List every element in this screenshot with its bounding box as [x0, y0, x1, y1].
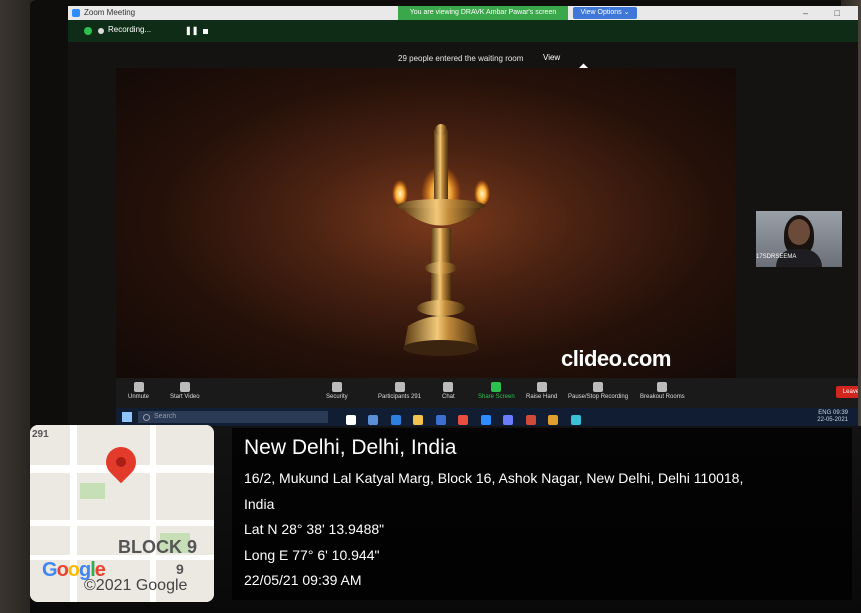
map-park [80, 483, 105, 499]
zoom-taskbar-icon[interactable] [480, 415, 491, 425]
tray-date: 22-05-2021 [817, 417, 848, 423]
system-tray[interactable]: ENG 09:39 22-05-2021 [817, 410, 848, 424]
map-corner-number: 291 [32, 429, 49, 440]
windows-start-icon[interactable] [122, 412, 132, 422]
start-video-label: Start Video [170, 394, 200, 400]
taskbar-search[interactable]: Search [138, 411, 328, 423]
waiting-room-message: 29 people entered the waiting room [398, 54, 524, 63]
share-screen-label: Share Screen [478, 394, 515, 400]
map-copyright: ©2021 Google [84, 577, 188, 594]
windows-taskbar: Search ENG 09:39 22-05-2021 [116, 408, 858, 426]
security-button[interactable]: Security [326, 382, 348, 400]
participants-label: Participants [378, 394, 410, 400]
breakout-rooms-button[interactable]: Breakout Rooms [640, 382, 685, 400]
participant-face [788, 219, 810, 245]
location-title: New Delhi, Delhi, India [244, 436, 457, 459]
capture-datetime: 22/05/21 09:39 AM [244, 572, 362, 588]
participant-name: 17SDRSEEMA [756, 254, 797, 260]
screen-share-banner: You are viewing DRAVK Ambar Pawar's scre… [398, 6, 568, 20]
participants-button[interactable]: Participants 291 [378, 382, 421, 400]
pause-recording-icon[interactable]: ❚❚ [185, 26, 198, 35]
recording-bar: Recording... ❚❚ [68, 20, 858, 42]
chrome-alt-icon[interactable] [548, 415, 559, 425]
security-label: Security [326, 394, 348, 400]
view-options-button[interactable]: View Options ⌄ [573, 7, 637, 19]
window-title: Zoom Meeting [84, 8, 136, 17]
unmute-label: Unmute [128, 394, 150, 400]
oil-lamp-illustration [392, 124, 490, 356]
video-watermark: clideo.com [561, 346, 671, 371]
map-road [30, 520, 214, 526]
zoom-titlebar: Zoom Meeting You are viewing DRAVK Ambar… [68, 6, 858, 20]
teams-icon[interactable] [503, 415, 514, 425]
start-video-button[interactable]: Start Video [170, 382, 200, 400]
window-controls[interactable]: – □ [803, 6, 852, 20]
video-off-icon [179, 382, 190, 392]
tray-language: ENG [818, 410, 832, 416]
task-view-icon[interactable] [368, 415, 379, 425]
security-shield-icon[interactable] [84, 27, 92, 35]
microphone-muted-icon [133, 382, 144, 392]
map-block-label: BLOCK 9 [118, 537, 198, 557]
participants-count: 291 [411, 394, 422, 400]
map-road [150, 425, 156, 602]
share-screen-icon [491, 382, 502, 392]
participants-icon [394, 382, 405, 392]
chrome-icon[interactable] [458, 415, 469, 425]
breakout-rooms-label: Breakout Rooms [640, 394, 685, 400]
pause-stop-icon [593, 382, 604, 392]
longitude: Long E 77° 6' 10.944" [244, 547, 380, 563]
tray-time: 09:39 [832, 410, 848, 416]
edge-icon[interactable] [390, 415, 401, 425]
raise-hand-label: Raise Hand [526, 394, 558, 400]
file-explorer-icon[interactable] [413, 415, 424, 425]
chat-label: Chat [442, 394, 455, 400]
latitude: Lat N 28° 38' 13.9488" [244, 521, 385, 537]
meeting-toolbar: Unmute Start Video Security Participants… [116, 378, 858, 408]
chat-icon [443, 382, 454, 392]
recording-label: Recording... [108, 25, 152, 34]
active-app-icon[interactable] [570, 415, 581, 425]
laptop-screen: Zoom Meeting You are viewing DRAVK Ambar… [68, 6, 858, 426]
leave-button[interactable]: Leave [836, 386, 858, 398]
cortana-icon[interactable] [346, 415, 356, 425]
pause-stop-recording-button[interactable]: Pause/Stop Recording [568, 382, 628, 400]
stop-recording-icon[interactable] [203, 29, 208, 34]
pause-stop-recording-label: Pause/Stop Recording [568, 394, 629, 400]
shield-icon [331, 382, 342, 392]
zoom-app-icon [72, 9, 80, 17]
store-icon[interactable] [435, 415, 446, 425]
shared-video: clideo.com [116, 68, 736, 384]
chat-button[interactable]: Chat [442, 382, 455, 400]
map-block-number: 9 [176, 561, 184, 577]
search-placeholder: Search [154, 413, 177, 420]
breakout-rooms-icon [657, 382, 668, 392]
app-icon[interactable] [525, 415, 536, 425]
raise-hand-button[interactable]: Raise Hand [526, 382, 557, 400]
address-line-1: 16/2, Mukund Lal Katyal Marg, Block 16, … [244, 470, 744, 486]
location-map: 291 BLOCK 9 9 Google ©2021 Google [30, 425, 214, 602]
address-line-2: India [244, 496, 275, 512]
hand-icon [536, 382, 547, 392]
share-screen-button[interactable]: Share Screen [478, 382, 515, 400]
waiting-room-view-button[interactable]: View [543, 53, 560, 62]
unmute-button[interactable]: Unmute [128, 382, 149, 400]
recording-icon [98, 28, 104, 34]
search-icon [143, 414, 150, 421]
taskbar-pinned-apps [346, 412, 589, 426]
